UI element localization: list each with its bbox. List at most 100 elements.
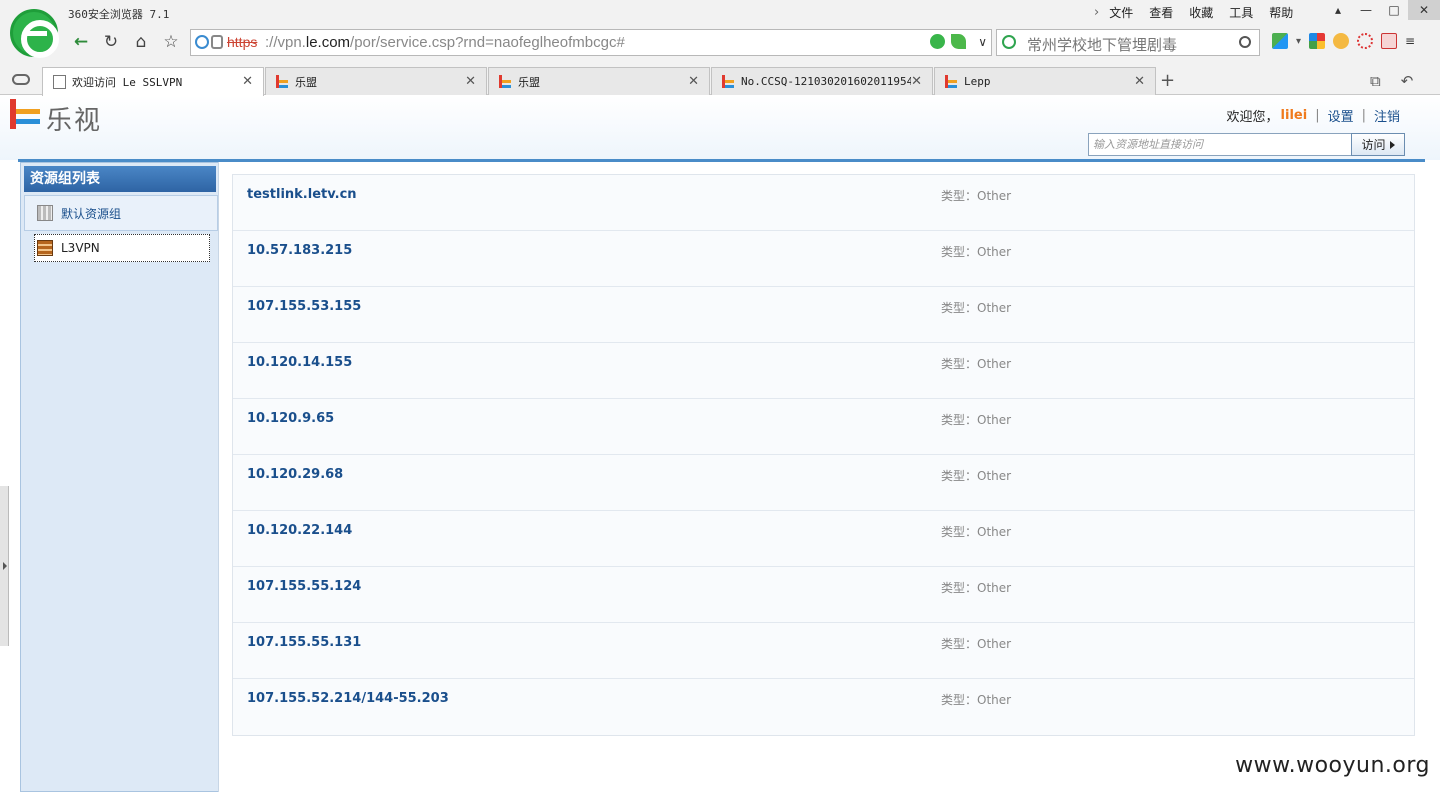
tab-label: Lepp <box>964 75 991 88</box>
le-icon <box>945 74 958 89</box>
brand-name: 乐视 <box>46 106 103 136</box>
resource-group-panel: 资源组列表 默认资源组 L3VPN <box>20 162 219 792</box>
dropdown-chevron-icon[interactable]: ∨ <box>978 35 987 49</box>
tab-lemeng-1[interactable]: 乐盟 ✕ <box>265 67 487 95</box>
browser-menu-bar: › 文件 查看 收藏 工具 帮助 <box>1094 3 1309 21</box>
le-icon <box>499 74 512 89</box>
new-tab-button[interactable]: + <box>1160 70 1175 91</box>
navigation-bar: ← ↻ ⌂ ☆ <box>66 28 186 56</box>
resource-link[interactable]: testlink.letv.cn <box>247 187 357 202</box>
settings-link[interactable]: 设置 <box>1328 106 1354 125</box>
group-label: L3VPN <box>61 241 100 255</box>
tab-label: 乐盟 <box>518 75 540 89</box>
close-icon[interactable]: ✕ <box>242 74 253 89</box>
username: lilei <box>1280 108 1308 123</box>
minimize-button[interactable]: — <box>1352 0 1380 20</box>
screenshot-icon[interactable] <box>1357 33 1374 49</box>
divider: | <box>1361 108 1366 123</box>
address-security-icons: https <box>195 34 257 50</box>
logout-link[interactable]: 注销 <box>1374 106 1400 125</box>
server-vpn-icon <box>37 240 53 256</box>
tab-ccsq[interactable]: No.CCSQ-1210302016020119​54- ✕ <box>711 67 933 95</box>
user-links: 欢迎您， lilei | 设置 | 注销 <box>1227 106 1400 125</box>
adblock-icon[interactable] <box>1381 33 1398 49</box>
address-url[interactable]: ://vpn.le.com/por/service.csp?rnd=naofeg… <box>265 34 625 51</box>
menu-help[interactable]: 帮助 <box>1269 4 1293 21</box>
resource-link[interactable]: 107.155.55.131 <box>247 635 361 650</box>
le-icon <box>722 74 735 89</box>
menu-file[interactable]: 文件 <box>1109 4 1133 21</box>
cookie-icon[interactable] <box>1333 33 1350 49</box>
resource-link[interactable]: 10.120.9.65 <box>247 411 334 426</box>
doc-icon <box>53 75 66 89</box>
resource-type: 类型：Other <box>941 357 1012 371</box>
list-item: 10.57.183.215 类型：Other <box>233 231 1414 287</box>
resource-link[interactable]: 10.120.29.68 <box>247 467 343 482</box>
search-input[interactable]: 常州学校地下管埋剧毒 <box>1027 34 1177 55</box>
search-box[interactable]: 常州学校地下管埋剧毒 <box>996 29 1260 56</box>
tab-list-icon[interactable]: ⧉ <box>1370 72 1381 90</box>
site-info-icon[interactable] <box>195 35 209 49</box>
skin-icon[interactable]: ▴ <box>1324 0 1352 20</box>
resource-type: 类型：Other <box>941 637 1012 651</box>
resource-type: 类型：Other <box>941 693 1012 707</box>
extension-toolbar: ▾ ≡ <box>1272 33 1415 49</box>
tab-row-tools: ⧉ ↶ <box>1370 72 1413 90</box>
resource-type: 类型：Other <box>941 189 1012 203</box>
browser-logo-icon <box>10 9 59 58</box>
tab-lemeng-2[interactable]: 乐盟 ✕ <box>488 67 710 95</box>
list-item: 10.120.22.144 类型：Other <box>233 511 1414 567</box>
close-icon[interactable]: ✕ <box>911 74 922 89</box>
speed-mode-icon[interactable] <box>930 34 946 49</box>
tab-sslvpn[interactable]: 欢迎访问 Le SSLVPN ✕ <box>42 67 264 96</box>
resource-type: 类型：Other <box>941 413 1012 427</box>
apps-icon[interactable] <box>1272 33 1288 49</box>
apps-dropdown-icon[interactable]: ▾ <box>1296 36 1301 47</box>
resource-link[interactable]: 10.120.14.155 <box>247 355 352 370</box>
resource-link[interactable]: 10.57.183.215 <box>247 243 352 258</box>
chevron-right-icon[interactable]: › <box>1094 5 1099 20</box>
sidebar-collapse-handle[interactable] <box>0 486 9 646</box>
menu-view[interactable]: 查看 <box>1149 4 1173 21</box>
resource-link[interactable]: 107.155.53.155 <box>247 299 361 314</box>
resource-link[interactable]: 10.120.22.144 <box>247 523 352 538</box>
resource-link[interactable]: 107.155.52.214/144-55.203 <box>247 691 449 706</box>
visit-button[interactable]: 访问 <box>1351 133 1405 156</box>
extension-color-icon[interactable] <box>1309 33 1326 49</box>
search-icon[interactable] <box>1239 36 1251 48</box>
tab-strip: 欢迎访问 Le SSLVPN ✕ 乐盟 ✕ 乐盟 ✕ No.CCSQ-12103… <box>42 67 1157 96</box>
close-icon[interactable]: ✕ <box>465 74 476 89</box>
close-window-button[interactable]: ✕ <box>1408 0 1440 20</box>
group-item-l3vpn[interactable]: L3VPN <box>34 234 210 262</box>
group-item-default[interactable]: 默认资源组 <box>24 195 218 231</box>
lock-warning-icon[interactable] <box>211 35 223 49</box>
resource-type: 类型：Other <box>941 245 1012 259</box>
search-engine-icon[interactable] <box>1002 35 1016 49</box>
address-bar[interactable]: https ://vpn.le.com/por/service.csp?rnd=… <box>190 29 992 56</box>
tab-lepp[interactable]: Lepp ✕ <box>934 67 1156 95</box>
refresh-button[interactable]: ↻ <box>96 28 126 56</box>
undo-close-icon[interactable]: ↶ <box>1401 72 1414 90</box>
cloud-icon[interactable] <box>12 74 30 85</box>
home-button[interactable]: ⌂ <box>126 28 156 56</box>
menu-tools[interactable]: 工具 <box>1229 4 1253 21</box>
le-logo-icon <box>10 99 40 133</box>
maximize-button[interactable]: □ <box>1380 0 1408 20</box>
list-item: 10.120.29.68 类型：Other <box>233 455 1414 511</box>
tab-label: 乐盟 <box>295 75 317 89</box>
close-icon[interactable]: ✕ <box>1134 74 1145 89</box>
group-label: 默认资源组 <box>61 206 122 221</box>
list-item: 107.155.52.214/144-55.203 类型：Other <box>233 679 1414 735</box>
resource-link[interactable]: 107.155.55.124 <box>247 579 361 594</box>
portal-header: 乐视 欢迎您， lilei | 设置 | 注销 输入资源地址直接访问 访问 <box>0 96 1440 160</box>
resource-address-input[interactable]: 输入资源地址直接访问 <box>1088 133 1352 156</box>
play-arrow-icon <box>1389 140 1395 149</box>
list-item: 107.155.55.124 类型：Other <box>233 567 1414 623</box>
close-icon[interactable]: ✕ <box>688 74 699 89</box>
menu-favorites[interactable]: 收藏 <box>1189 4 1213 21</box>
back-button[interactable]: ← <box>66 28 96 56</box>
favorite-star-button[interactable]: ☆ <box>156 28 186 56</box>
tab-label: 欢迎访问 Le SSLVPN <box>72 76 183 89</box>
compat-mode-icon[interactable] <box>951 34 967 49</box>
menu-icon[interactable]: ≡ <box>1405 34 1415 48</box>
